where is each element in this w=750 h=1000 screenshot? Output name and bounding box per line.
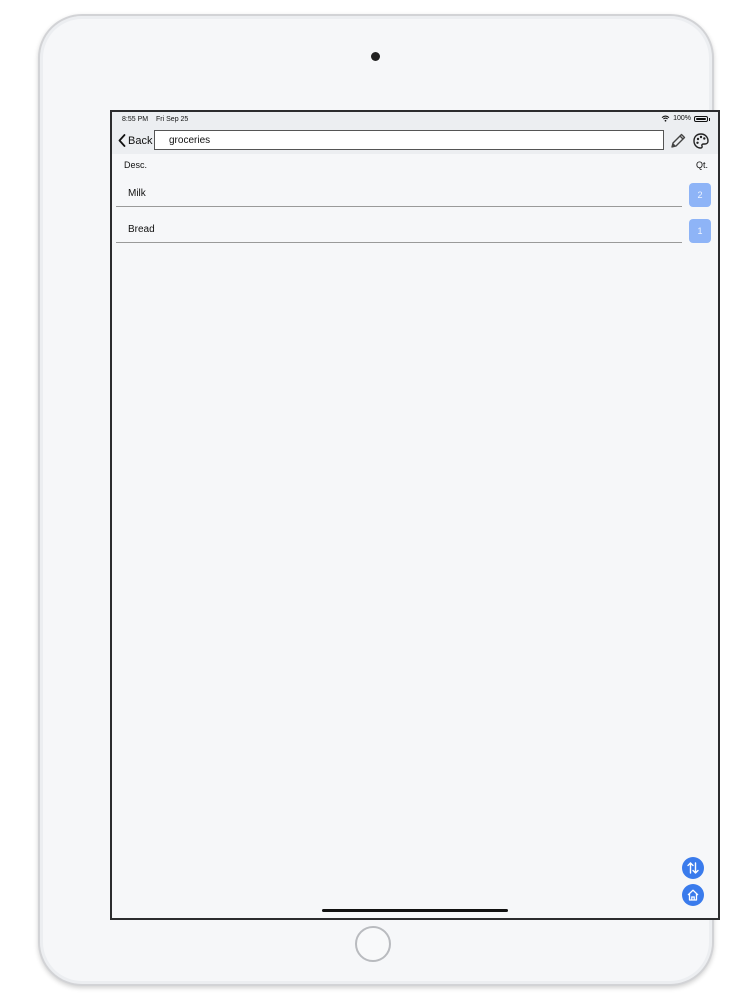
wifi-icon	[661, 115, 670, 122]
list-title-input[interactable]	[154, 130, 664, 150]
battery-percent: 100%	[673, 115, 691, 122]
desc-column-header: Desc.	[124, 160, 148, 170]
pencil-icon[interactable]	[669, 132, 687, 150]
device-home-button[interactable]	[355, 926, 391, 962]
front-camera	[371, 52, 380, 61]
status-date: Fri Sep 25	[156, 116, 189, 123]
home-nav-button[interactable]	[682, 884, 704, 906]
qty-stepper[interactable]: 2	[689, 183, 711, 207]
palette-icon[interactable]	[692, 132, 710, 150]
qty-stepper[interactable]: 1	[689, 219, 711, 243]
status-bar: 8:55 PM Fri Sep 25 100%	[112, 112, 718, 128]
app-screen: 8:55 PM Fri Sep 25 100% Back groceries D…	[110, 110, 720, 920]
chevron-left-icon	[118, 134, 126, 147]
item-label: Bread	[128, 224, 155, 235]
qty-column-header: Qt.	[695, 160, 708, 170]
home-indicator[interactable]	[322, 909, 508, 912]
item-label: Milk	[128, 188, 146, 199]
home-icon	[687, 889, 699, 901]
list-item-milk[interactable]: Milk	[116, 182, 682, 207]
sort-button[interactable]	[682, 857, 704, 879]
tablet-frame: 8:55 PM Fri Sep 25 100% Back groceries D…	[38, 14, 720, 986]
sort-icon	[687, 862, 699, 874]
back-button[interactable]: Back	[118, 134, 152, 147]
list-item-bread[interactable]: Bread	[116, 218, 682, 243]
back-label: Back	[128, 134, 153, 147]
battery-icon	[694, 115, 710, 122]
status-time: 8:55 PM	[122, 116, 149, 123]
nav-bar: Back	[112, 128, 718, 154]
column-headers: Desc. Qt.	[112, 160, 718, 174]
